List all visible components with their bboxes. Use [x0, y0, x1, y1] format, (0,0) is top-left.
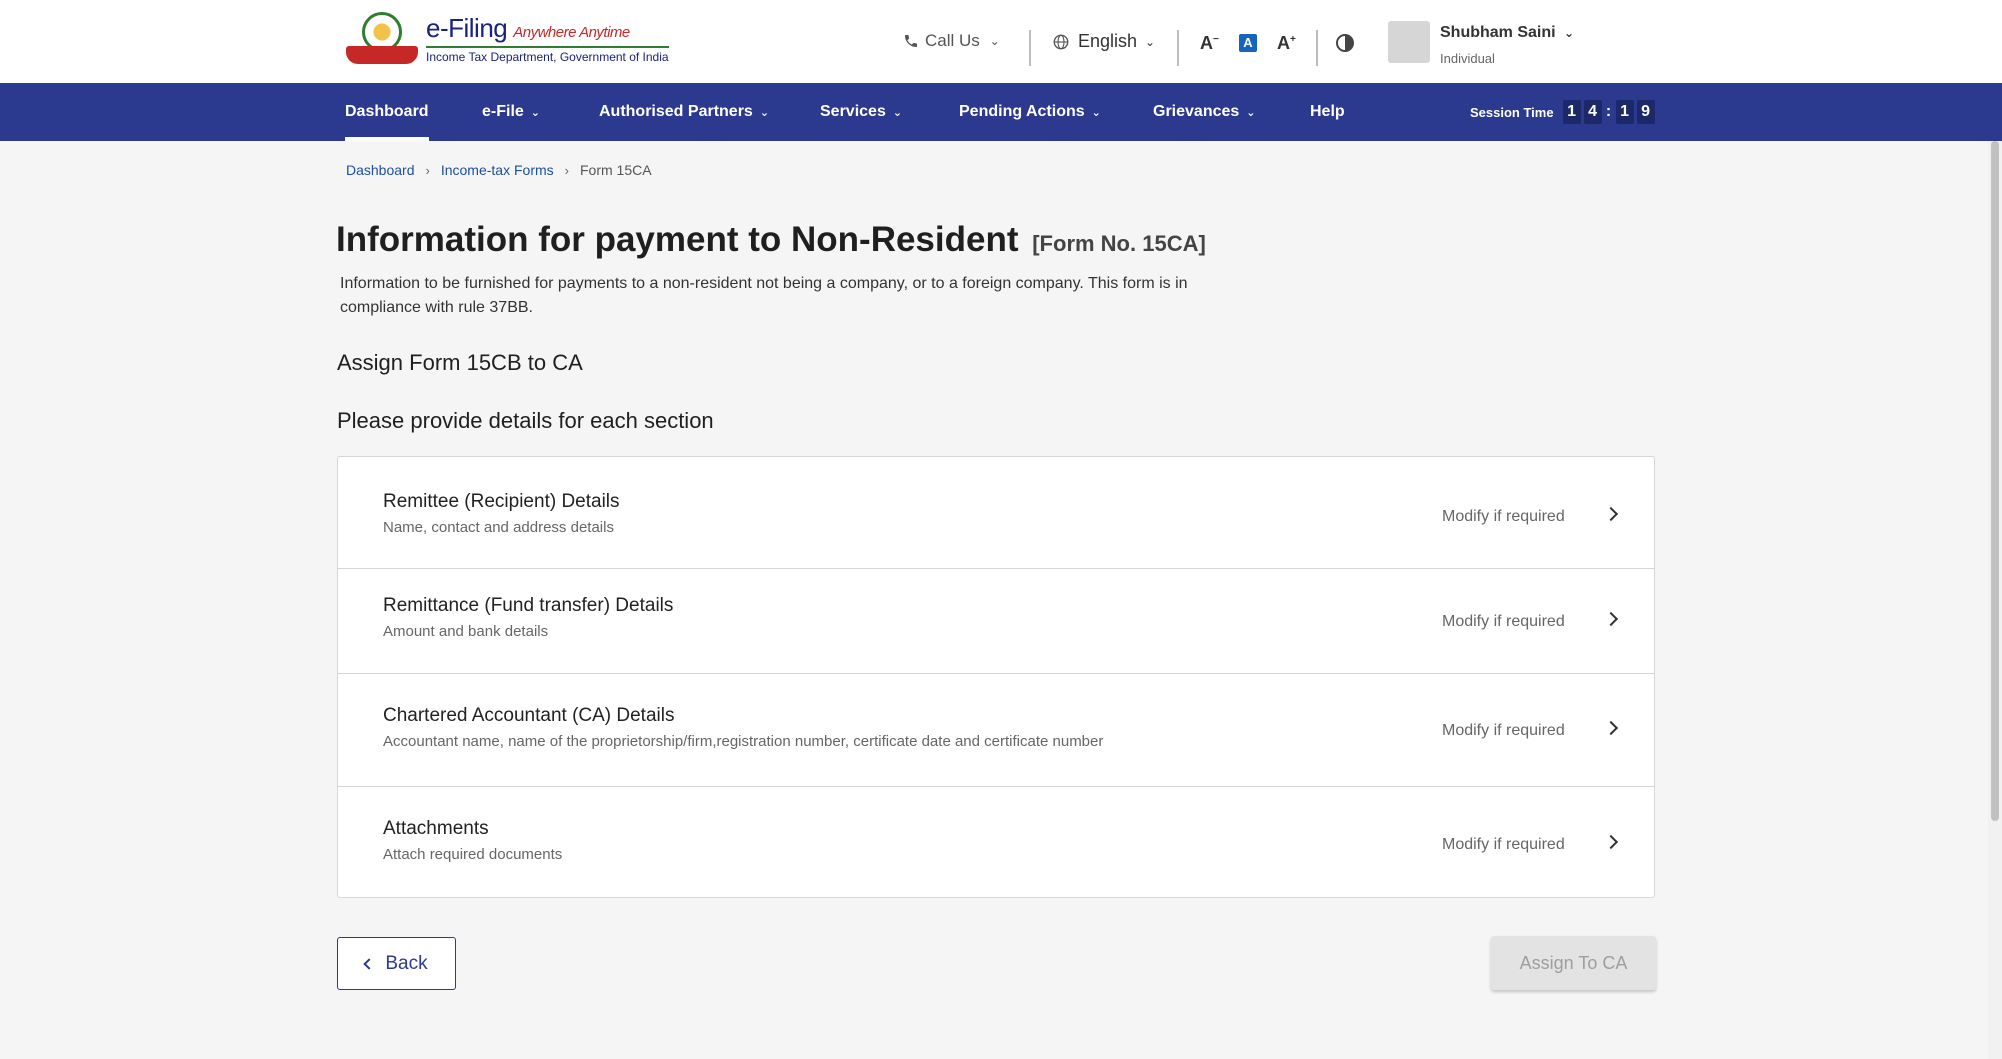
header-divider [1316, 30, 1318, 66]
section-chartered-accountant[interactable]: Chartered Accountant (CA) Details Accoun… [338, 674, 1654, 787]
section-subtitle: Amount and bank details [383, 623, 549, 640]
session-timer: Session Time 1 4 : 1 9 [1470, 83, 1655, 141]
form-number: [Form No. 15CA] [1032, 231, 1206, 256]
modify-link[interactable]: Modify if required [1442, 613, 1565, 631]
modify-link[interactable]: Modify if required [1442, 508, 1565, 526]
section-title: Attachments [383, 818, 489, 839]
language-dropdown[interactable]: English ⌄ [1052, 31, 1155, 52]
call-us-dropdown[interactable]: Call Us ⌄ [903, 31, 1000, 51]
page-scrollbar[interactable] [1988, 141, 2002, 1059]
section-title: Chartered Accountant (CA) Details [383, 705, 675, 726]
breadcrumb-current: Form 15CA [580, 162, 652, 178]
breadcrumb-income-tax-forms[interactable]: Income-tax Forms [441, 162, 554, 178]
nav-dashboard[interactable]: Dashboard [345, 83, 429, 141]
chevron-right-icon: › [564, 162, 569, 178]
section-subtitle: Name, contact and address details [383, 519, 614, 536]
chevron-down-icon: ⌄ [530, 106, 541, 119]
language-label: English [1078, 31, 1138, 51]
page-description: Information to be furnished for payments… [340, 275, 1188, 316]
section-attachments[interactable]: Attachments Attach required documents Mo… [338, 787, 1654, 898]
session-label: Session Time [1470, 104, 1554, 120]
section-subtitle: Attach required documents [383, 846, 563, 863]
section-subtitle: Accountant name, name of the proprietors… [383, 733, 1104, 750]
chevron-right-icon: › [425, 162, 430, 178]
chevron-down-icon: ⌄ [1564, 26, 1575, 40]
logo-subtitle: Income Tax Department, Government of Ind… [426, 45, 669, 64]
nav-grievances[interactable]: Grievances ⌄ [1153, 83, 1256, 141]
font-increase-button[interactable]: A+ [1277, 33, 1296, 54]
user-name: Shubham Saini [1440, 24, 1556, 41]
top-header: e-Filing Anywhere Anytime Income Tax Depa… [0, 0, 2002, 83]
nav-efile[interactable]: e-File ⌄ [482, 83, 540, 141]
user-menu[interactable]: Shubham Saini ⌄ [1440, 24, 1574, 42]
header-divider [1029, 30, 1031, 66]
session-digit: 9 [1636, 100, 1655, 124]
chevron-down-icon: ⌄ [1145, 34, 1156, 49]
globe-icon [1053, 34, 1069, 49]
font-decrease-button[interactable]: A− [1200, 33, 1219, 54]
breadcrumb: Dashboard › Income-tax Forms › Form 15CA [346, 162, 652, 178]
nav-authorised-partners[interactable]: Authorised Partners ⌄ [599, 83, 769, 141]
chevron-down-icon: ⌄ [759, 106, 770, 119]
assign-heading: Assign Form 15CB to CA [337, 350, 583, 375]
font-normal-button[interactable]: A [1239, 34, 1257, 52]
chevron-down-icon: ⌄ [989, 34, 1000, 48]
assign-to-ca-button[interactable]: Assign To CA [1491, 936, 1656, 990]
chevron-down-icon: ⌄ [1246, 106, 1256, 119]
section-remittee[interactable]: Remittee (Recipient) Details Name, conta… [338, 457, 1654, 569]
logo-title: e-Filing [426, 12, 508, 43]
session-digit: 1 [1562, 100, 1581, 124]
back-button[interactable]: Back [337, 937, 456, 990]
user-role: Individual [1440, 51, 1495, 66]
section-title: Remittance (Fund transfer) Details [383, 595, 674, 616]
phone-icon [905, 35, 917, 47]
chevron-right-icon[interactable] [1603, 506, 1619, 522]
session-digit: 1 [1615, 100, 1634, 124]
efiling-logo[interactable]: e-Filing Anywhere Anytime Income Tax Depa… [344, 10, 669, 66]
avatar[interactable] [1388, 21, 1430, 63]
call-us-label: Call Us [925, 31, 980, 50]
chevron-left-icon [363, 957, 376, 970]
session-separator: : [1605, 103, 1612, 120]
page-title: Information for payment to Non-Resident … [336, 220, 1206, 259]
chevron-down-icon: ⌄ [892, 106, 903, 119]
nav-help[interactable]: Help [1310, 83, 1345, 141]
chevron-right-icon[interactable] [1603, 720, 1619, 736]
section-remittance[interactable]: Remittance (Fund transfer) Details Amoun… [338, 569, 1654, 674]
nav-services[interactable]: Services ⌄ [820, 83, 902, 141]
session-digit: 4 [1583, 100, 1602, 124]
nav-pending-actions[interactable]: Pending Actions ⌄ [959, 83, 1101, 141]
header-divider [1177, 30, 1179, 66]
modify-link[interactable]: Modify if required [1442, 836, 1565, 854]
section-title: Remittee (Recipient) Details [383, 491, 620, 512]
provide-details-heading: Please provide details for each section [337, 408, 714, 433]
main-nav: Dashboard e-File ⌄ Authorised Partners ⌄ S… [0, 83, 2002, 141]
contrast-toggle-icon[interactable] [1336, 34, 1354, 52]
emblem-icon [344, 10, 420, 66]
chevron-right-icon[interactable] [1603, 611, 1619, 627]
breadcrumb-dashboard[interactable]: Dashboard [346, 162, 415, 178]
modify-link[interactable]: Modify if required [1442, 722, 1565, 740]
sections-card: Remittee (Recipient) Details Name, conta… [337, 456, 1655, 898]
logo-tagline: Anywhere Anytime [513, 23, 630, 41]
chevron-down-icon: ⌄ [1091, 106, 1101, 119]
chevron-right-icon[interactable] [1603, 834, 1619, 850]
scrollbar-thumb[interactable] [1991, 141, 1999, 821]
